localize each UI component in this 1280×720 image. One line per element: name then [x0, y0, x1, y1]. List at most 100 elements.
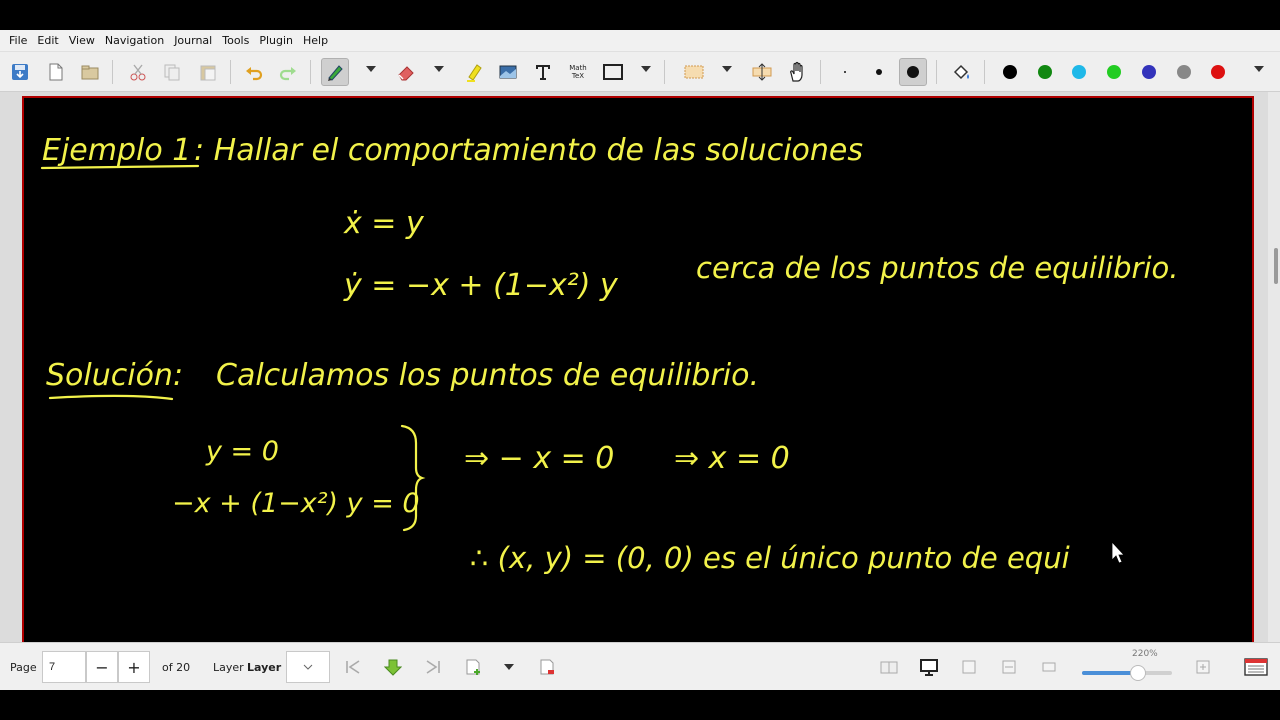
solution-text: Calculamos los puntos de equilibrio.	[216, 358, 759, 393]
color-dark-green-button[interactable]	[1031, 58, 1059, 86]
first-layer-icon[interactable]	[341, 655, 365, 679]
zoom-100-icon[interactable]	[1037, 655, 1061, 679]
mouse-cursor-icon	[1111, 540, 1125, 564]
sidebar-toggle-icon[interactable]	[1244, 655, 1268, 679]
delete-layer-icon[interactable]	[535, 655, 559, 679]
status-bar: Page − + of 20 Layer Layer 1	[0, 642, 1280, 690]
color-swatch	[1107, 65, 1121, 79]
math-tex-icon[interactable]: Math TeX	[564, 58, 592, 86]
pen-size-thick-icon[interactable]	[899, 58, 927, 86]
new-document-icon[interactable]	[42, 58, 70, 86]
solution-underline	[48, 394, 174, 401]
implication-1: ⇒ − x = 0	[464, 441, 614, 476]
toolbar-overflow-chevron-down-icon[interactable]	[1254, 66, 1264, 72]
zoom-slider-thumb[interactable]	[1129, 665, 1146, 681]
separator	[936, 60, 937, 84]
copy-icon[interactable]	[158, 58, 186, 86]
separator	[664, 60, 665, 84]
text-tool-icon[interactable]	[529, 58, 557, 86]
chevron-down-icon	[303, 664, 313, 670]
title-prefix: Ejemplo 1	[42, 133, 191, 168]
menu-tools[interactable]: Tools	[217, 31, 254, 51]
pen-options-chevron-down-icon[interactable]	[366, 66, 376, 72]
color-light-green-button[interactable]	[1100, 58, 1128, 86]
color-light-blue-button[interactable]	[1065, 58, 1093, 86]
menu-edit[interactable]: Edit	[32, 31, 63, 51]
system-equation-1: y = 0	[205, 436, 279, 467]
color-blue-button[interactable]	[1135, 58, 1163, 86]
page-decrement-button[interactable]: −	[86, 651, 118, 683]
layer-down-icon[interactable]	[381, 655, 405, 679]
paste-icon[interactable]	[194, 58, 222, 86]
page-number-input[interactable]	[42, 651, 86, 683]
redo-icon[interactable]	[274, 58, 302, 86]
color-black-button[interactable]	[996, 58, 1024, 86]
color-gray-button[interactable]	[1170, 58, 1198, 86]
new-layer-icon[interactable]	[461, 655, 485, 679]
color-swatch	[1038, 65, 1052, 79]
color-red-button[interactable]	[1204, 58, 1232, 86]
menu-plugin[interactable]: Plugin	[254, 31, 298, 51]
open-folder-icon[interactable]	[76, 58, 104, 86]
eraser-icon[interactable]	[392, 58, 420, 86]
zoom-slider[interactable]	[1082, 665, 1172, 681]
fill-color-icon[interactable]	[948, 58, 976, 86]
presentation-mode-icon[interactable]	[917, 655, 941, 679]
separator	[112, 60, 113, 84]
page-count-label: of 20	[162, 661, 191, 674]
scrollbar-thumb[interactable]	[1274, 248, 1278, 284]
zoom-reset-icon[interactable]	[1191, 655, 1215, 679]
color-swatch	[1003, 65, 1017, 79]
color-swatch	[1211, 65, 1225, 79]
app-window: File Edit View Navigation Journal Tools …	[0, 0, 1280, 720]
vertical-scrollbar[interactable]	[1268, 92, 1280, 642]
select-rectangle-icon[interactable]	[680, 58, 708, 86]
shape-options-chevron-down-icon[interactable]	[641, 66, 651, 72]
implication-2: ⇒ x = 0	[674, 441, 790, 476]
letterbox-bottom	[0, 690, 1280, 720]
layer-options-chevron-down-icon[interactable]	[504, 664, 514, 670]
cut-icon[interactable]	[124, 58, 152, 86]
menu-view[interactable]: View	[64, 31, 100, 51]
pen-tool-icon[interactable]	[321, 58, 349, 86]
save-icon[interactable]	[6, 58, 34, 86]
title-text: : Hallar el comportamiento de las soluci…	[194, 133, 863, 168]
journal-page[interactable]: Ejemplo 1 : Hallar el comportamiento de …	[22, 96, 1254, 642]
shape-rectangle-icon[interactable]	[599, 58, 627, 86]
solution-label: Solución:	[46, 358, 183, 393]
color-swatch	[1142, 65, 1156, 79]
zoom-level-label: 220%	[1132, 649, 1158, 659]
vertical-space-icon[interactable]	[748, 58, 776, 86]
image-icon[interactable]	[494, 58, 522, 86]
color-swatch	[1072, 65, 1086, 79]
zoom-fit-icon[interactable]	[957, 655, 981, 679]
eraser-options-chevron-down-icon[interactable]	[434, 66, 444, 72]
layer-dropdown-button[interactable]	[286, 651, 330, 683]
select-options-chevron-down-icon[interactable]	[722, 66, 732, 72]
letterbox-top	[0, 0, 1280, 30]
page-increment-button[interactable]: +	[118, 651, 150, 683]
highlighter-icon[interactable]	[460, 58, 488, 86]
color-swatch	[1177, 65, 1191, 79]
pen-size-medium-icon[interactable]	[865, 58, 893, 86]
menu-file[interactable]: File	[4, 31, 32, 51]
near-equilibrium-text: cerca de los puntos de equilibrio.	[696, 251, 1178, 285]
menu-bar: File Edit View Navigation Journal Tools …	[0, 30, 1280, 52]
pen-size-fine-icon[interactable]	[831, 58, 859, 86]
equation-x-dot: ẋ = y	[343, 206, 425, 241]
system-equation-2: −x + (1−x²) y = 0	[172, 488, 420, 519]
separator	[820, 60, 821, 84]
zoom-page-width-icon[interactable]	[997, 655, 1021, 679]
menu-navigation[interactable]: Navigation	[100, 31, 169, 51]
menu-journal[interactable]: Journal	[169, 31, 217, 51]
separator	[310, 60, 311, 84]
hand-tool-icon[interactable]	[783, 58, 811, 86]
page-label: Page	[10, 661, 37, 674]
separator	[230, 60, 231, 84]
toolbar: Math TeX	[0, 52, 1280, 92]
menu-help[interactable]: Help	[298, 31, 333, 51]
undo-icon[interactable]	[240, 58, 268, 86]
layer-label: Layer	[213, 661, 244, 674]
last-layer-icon[interactable]	[421, 655, 445, 679]
dual-page-view-icon[interactable]	[877, 655, 901, 679]
